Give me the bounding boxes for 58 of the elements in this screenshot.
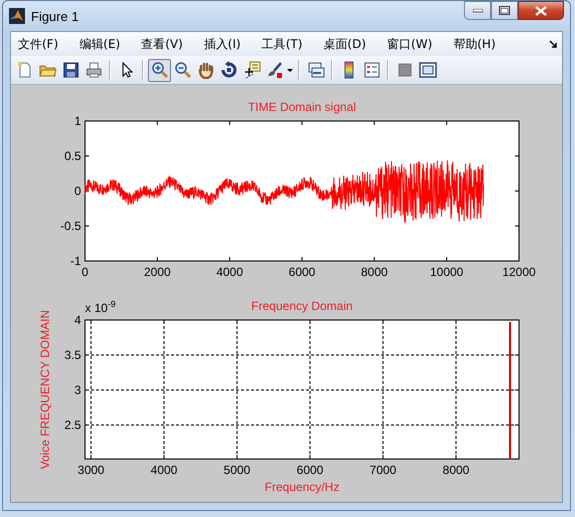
tick-label: 5000	[224, 463, 250, 477]
data-cursor-icon	[242, 61, 260, 79]
tick-label: 10000	[430, 265, 464, 279]
tick-label: 2.5	[64, 418, 81, 432]
axis-label: Frequency/Hz	[264, 480, 340, 494]
window-title: Figure 1	[31, 8, 79, 24]
printer-icon	[84, 61, 102, 79]
plot-title: TIME Domain signal	[248, 100, 356, 114]
axis-label: Voice FREQUENCY DOMAIN	[38, 310, 52, 470]
minimize-icon	[472, 8, 482, 12]
tick-label: 4000	[216, 265, 244, 279]
menu-item[interactable]: 窗口(W)	[387, 36, 432, 52]
tick-label: 3000	[78, 463, 104, 477]
linked-plot-icon	[306, 61, 324, 79]
tick-label: 4000	[150, 463, 178, 477]
tick-label: 7000	[370, 463, 396, 477]
zoom-out-icon	[174, 61, 192, 79]
menu-item[interactable]: 桌面(D)	[323, 36, 366, 52]
menu-item[interactable]: 文件(F)	[18, 36, 58, 52]
tick-label: 0	[74, 184, 81, 198]
axis-exponent: x 10$^{-9}$	[85, 299, 116, 315]
brush-icon	[266, 61, 284, 79]
zoom-in-icon	[150, 61, 168, 79]
tick-label: 3.5	[64, 348, 81, 362]
tick-label: 4	[74, 313, 81, 327]
tick-label: -1	[70, 254, 81, 268]
menu-item[interactable]: 编辑(E)	[79, 36, 120, 52]
tick-label: 6000	[288, 265, 316, 279]
window-icon	[418, 61, 436, 79]
menu-item[interactable]: 插入(I)	[204, 36, 241, 52]
tick-label: -0.5	[60, 219, 81, 233]
zoom-in-button[interactable]	[148, 58, 171, 82]
dock-arrow-icon[interactable]	[549, 40, 558, 49]
tick-label: 6000	[296, 463, 324, 477]
minimize-button[interactable]	[464, 1, 491, 20]
tick-label: 3	[74, 383, 81, 397]
square-icon	[396, 61, 414, 79]
rotate-icon	[220, 61, 238, 79]
tick-label: 0	[82, 265, 88, 279]
tick-label: 8000	[360, 265, 388, 279]
tick-label: 0.5	[64, 149, 81, 163]
close-icon	[535, 6, 547, 16]
tick-label: 1	[74, 114, 81, 128]
menu-item[interactable]: 帮助(H)	[453, 36, 496, 52]
new-file-icon	[16, 61, 34, 79]
menu-item[interactable]: 查看(V)	[141, 36, 183, 52]
hand-icon	[196, 61, 214, 79]
tick-label: 2000	[144, 265, 171, 279]
tick-label: 12000	[502, 265, 536, 279]
matlab-logo-icon	[9, 8, 25, 24]
close-button[interactable]	[518, 1, 564, 20]
legend-icon	[362, 61, 380, 79]
plot-title: Frequency Domain	[251, 299, 353, 313]
maximize-button[interactable]	[491, 1, 518, 20]
tick-label: 8000	[442, 463, 470, 477]
menu-item[interactable]: 工具(T)	[262, 36, 302, 52]
maximize-icon	[499, 6, 510, 15]
save-icon	[62, 61, 80, 79]
